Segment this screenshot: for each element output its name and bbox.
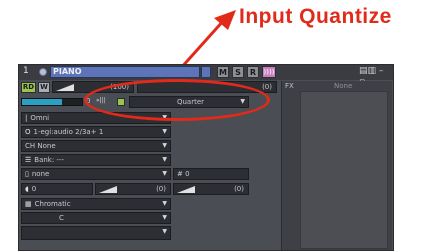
read-button[interactable]: RD [21, 82, 36, 93]
patch-number-value: 0 [185, 170, 190, 178]
pan-readout: (0) [262, 83, 272, 91]
chevron-down-icon: ▼ [162, 128, 167, 135]
level-meter-fill [22, 99, 62, 105]
input-quantize-value: Quarter [176, 98, 205, 106]
level-meter [21, 98, 83, 106]
port-value: 1-egi:audio 2/3a+ 1 [33, 128, 104, 136]
velocity-readout: (0) [156, 185, 166, 193]
time-offset-slider[interactable]: (0) [173, 183, 249, 195]
time-offset-readout: (0) [234, 185, 244, 193]
chevron-down-icon: ▼ [162, 142, 167, 149]
input-quantize-toggle[interactable] [117, 98, 125, 106]
solo-button[interactable]: S [232, 66, 244, 78]
extra-dropdown[interactable]: ▼ [21, 226, 171, 240]
output-icon: O [25, 128, 31, 136]
chevron-down-icon: ▼ [162, 228, 167, 235]
scale-dropdown[interactable]: ▦ Chromatic ▼ [21, 198, 171, 210]
omni-dropdown[interactable]: | Omni ▼ [21, 112, 171, 124]
write-button[interactable]: W [38, 82, 50, 93]
pan-slider[interactable]: (0) [137, 81, 277, 93]
chevron-down-icon: ▼ [162, 114, 167, 121]
chevron-down-icon: ▼ [162, 156, 167, 163]
chevron-down-icon: ▼ [162, 200, 167, 207]
scale-icon: ▦ [25, 200, 32, 208]
volume-slider-icon [56, 84, 74, 91]
track-name-field-end [201, 66, 211, 78]
record-arm-icon[interactable] [39, 68, 47, 76]
chevron-down-icon: ▼ [240, 98, 245, 105]
omni-value: Omni [30, 114, 50, 122]
chevron-down-icon: ▼ [162, 170, 167, 177]
velocity-slider-icon [99, 186, 117, 193]
patch-dropdown[interactable]: ▯ none ▼ [21, 168, 171, 180]
track-inspector-panel: 1 PIANO M S R )))) ▤▥ – ▫ RD W (100) (0)… [18, 64, 394, 251]
chevron-down-icon: ▼ [162, 214, 167, 221]
fx-none-label: None [334, 82, 353, 90]
velocity-slider[interactable]: (0) [95, 183, 171, 195]
key-value: C [59, 214, 64, 222]
scale-value: Chromatic [34, 200, 71, 208]
key-dropdown[interactable]: C ▼ [21, 212, 171, 224]
fx-bin: FX None [281, 81, 392, 250]
port-dropdown[interactable]: O 1-egi:audio 2/3a+ 1 ▼ [21, 126, 171, 138]
bank-icon: ☰ [25, 156, 32, 164]
record-button[interactable]: R [247, 66, 259, 78]
input-icon: | [25, 114, 28, 122]
input-quantize-dropdown[interactable]: Quarter ▼ [129, 96, 249, 108]
annotation-label: Input Quantize [239, 5, 392, 28]
volume-readout: (100) [110, 83, 129, 91]
window-controls-icon[interactable]: ▤▥ – ▫ [359, 66, 391, 87]
patch-number-prefix: # [177, 170, 183, 178]
row-volume: RD W (100) (0) [19, 81, 281, 95]
patch-value: none [31, 170, 50, 178]
bank-value: Bank: --- [34, 156, 65, 164]
fx-label: FX [285, 82, 294, 90]
key-offset-icon: ◖ [25, 185, 29, 193]
volume-slider[interactable]: (100) [52, 81, 134, 93]
track-name-field[interactable]: PIANO [50, 66, 200, 78]
patch-icon: ▯ [25, 170, 29, 178]
track-number: 1 [23, 66, 29, 76]
channel-value: CH None [25, 142, 56, 150]
key-offset-field[interactable]: ◖ 0 [21, 183, 93, 195]
time-offset-slider-icon [177, 186, 195, 193]
mute-button[interactable]: M [217, 66, 229, 78]
input-quantize-icon: »||| [96, 97, 106, 104]
fx-slot-list[interactable] [300, 91, 388, 249]
monitor-button[interactable]: )))) [262, 66, 276, 78]
track-titlebar: 1 PIANO M S R )))) ▤▥ – ▫ [19, 65, 393, 87]
meter-value: 0 [86, 97, 91, 105]
key-offset-value: 0 [31, 185, 37, 193]
channel-dropdown[interactable]: CH None ▼ [21, 140, 171, 152]
bank-dropdown[interactable]: ☰ Bank: --- ▼ [21, 154, 171, 166]
row-input-quantize: 0 »||| Quarter ▼ [19, 96, 281, 110]
patch-number-field[interactable]: # 0 [173, 168, 249, 180]
